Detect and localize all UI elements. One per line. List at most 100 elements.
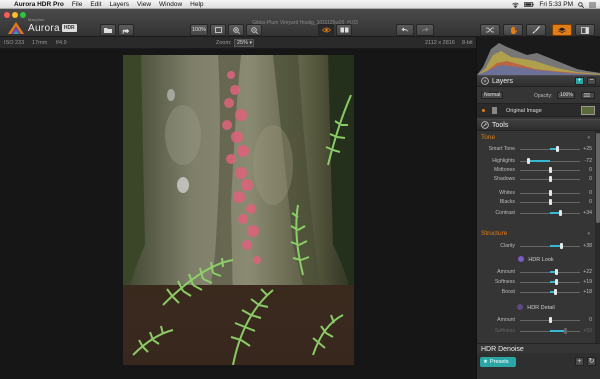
aurora-logo-icon [8,22,24,34]
slider-knob[interactable] [548,190,552,196]
minimize-window-button[interactable] [12,12,18,18]
share-button[interactable] [118,24,134,36]
slider-shadows[interactable]: Shadows 0 [477,175,595,183]
slider-amount[interactable]: Amount +22 [477,268,595,276]
slider-knob[interactable] [548,199,552,205]
zoom-window-button[interactable] [20,12,26,18]
slider-amount[interactable]: Amount 0 [477,316,595,324]
wifi-icon[interactable] [512,2,520,8]
battery-icon[interactable] [524,2,535,7]
tools-body: Tone ▾ Smart Tone +25 Highlights -72 Midtone… [477,131,595,360]
layer-menu-button[interactable] [581,92,595,99]
tools-scrollbar[interactable] [595,131,600,360]
hdr-look-toggle[interactable] [518,256,525,262]
panel-toggle-button[interactable] [575,24,595,36]
slider-knob[interactable] [563,328,567,334]
tools-wrench-icon [481,121,489,129]
menu-window[interactable]: Window [159,0,182,9]
pan-hand-button[interactable] [503,24,523,36]
hdr-look-header[interactable]: HDR Look [477,256,595,263]
zoom-100-button[interactable]: 100% [190,24,208,36]
preview-eye-button[interactable] [318,24,334,36]
add-preset-button[interactable]: + [575,357,584,366]
layer-thumbnail [581,106,595,115]
slider-value: +34 [583,210,592,216]
slider-boost[interactable]: Boost +18 [477,288,595,296]
tools-header[interactable]: Tools [477,119,600,131]
image-canvas[interactable] [0,49,476,379]
slider-knob[interactable] [554,279,558,285]
undo-button[interactable] [396,24,414,36]
shuffle-button[interactable] [480,24,500,36]
slider-blacks[interactable]: Blacks 0 [477,198,595,206]
slider-label: Smart Tone [488,146,515,152]
redo-button[interactable] [416,24,434,36]
slider-contrast[interactable]: Contrast +34 [477,209,595,217]
slider-label: Highlights [492,158,515,164]
menu-help[interactable]: Help [190,0,203,9]
spotlight-search-icon[interactable] [578,1,584,8]
slider-clarity[interactable]: Clarity +38 [477,242,595,250]
menu-app[interactable]: Aurora HDR Pro [14,0,64,9]
zoom-in-button[interactable] [228,24,244,36]
slider-highlights[interactable]: Highlights -72 [477,157,595,165]
slider-value: +38 [583,243,592,249]
eye-icon [321,27,331,33]
notification-center-icon[interactable] [589,2,596,8]
slider-value: -72 [584,158,593,164]
slider-knob[interactable] [558,210,562,216]
layer-mask-icon [492,107,497,114]
slider-midtones[interactable]: Midtones 0 [477,166,595,174]
opacity-dropdown[interactable]: 100% [557,92,575,99]
slider-knob[interactable] [526,158,530,164]
tone-collapse-icon[interactable]: ▾ [587,135,590,141]
share-icon [122,27,130,34]
open-button[interactable] [100,24,116,36]
layer-original-image[interactable]: Original Image [477,103,600,117]
hand-icon [510,26,517,34]
remove-layer-button[interactable]: − [587,77,596,85]
add-layer-button[interactable]: + [575,77,584,85]
star-icon: ★ [483,359,488,365]
zoom-in-icon [232,26,240,34]
slider-smart-tone[interactable]: Smart Tone +25 [477,145,595,153]
clock[interactable]: Fri 5:33 PM [539,1,573,8]
brush-button[interactable] [526,24,546,36]
tone-section-title[interactable]: Tone [481,134,495,141]
slider-knob[interactable] [548,317,552,323]
zoom-out-icon [250,26,258,34]
structure-section-title[interactable]: Structure [481,230,507,237]
structure-collapse-icon[interactable]: ▾ [587,231,590,237]
menu-layers[interactable]: Layers [110,0,130,9]
hdr-detail-toggle[interactable] [517,304,524,310]
compare-button[interactable] [336,24,352,36]
slider-value: 0 [589,317,592,323]
slider-softness[interactable]: Softness +50 [477,327,595,335]
slider-knob[interactable] [555,146,559,152]
presets-button[interactable]: ★ Presets [480,357,516,367]
scrollbar-thumb[interactable] [596,133,600,223]
layers-toggle-button[interactable] [552,24,572,36]
slider-softness[interactable]: Softness +19 [477,278,595,286]
layers-collapse-icon [481,77,489,85]
menu-view[interactable]: View [137,0,151,9]
blend-mode-dropdown[interactable]: Normal [481,92,503,99]
hdr-detail-header[interactable]: HDR Detail [477,304,595,311]
menu-file[interactable]: File [72,0,82,9]
slider-knob[interactable] [548,176,552,182]
slider-knob[interactable] [555,269,559,275]
fit-screen-button[interactable] [210,24,226,36]
slider-knob[interactable] [553,289,557,295]
menu-lines-icon [584,93,590,97]
menu-edit[interactable]: Edit [90,0,101,9]
close-window-button[interactable] [4,12,10,18]
layer-visibility-dot[interactable] [482,109,485,112]
photo-preview[interactable] [123,55,354,365]
refresh-preset-button[interactable]: ↻ [587,357,596,366]
slider-whites[interactable]: Whites 0 [477,189,595,197]
slider-knob[interactable] [559,243,563,249]
zoom-out-button[interactable] [246,24,262,36]
tools-title: Tools [492,121,509,129]
slider-knob[interactable] [548,167,552,173]
zoom-dropdown[interactable]: 25% [234,39,254,47]
